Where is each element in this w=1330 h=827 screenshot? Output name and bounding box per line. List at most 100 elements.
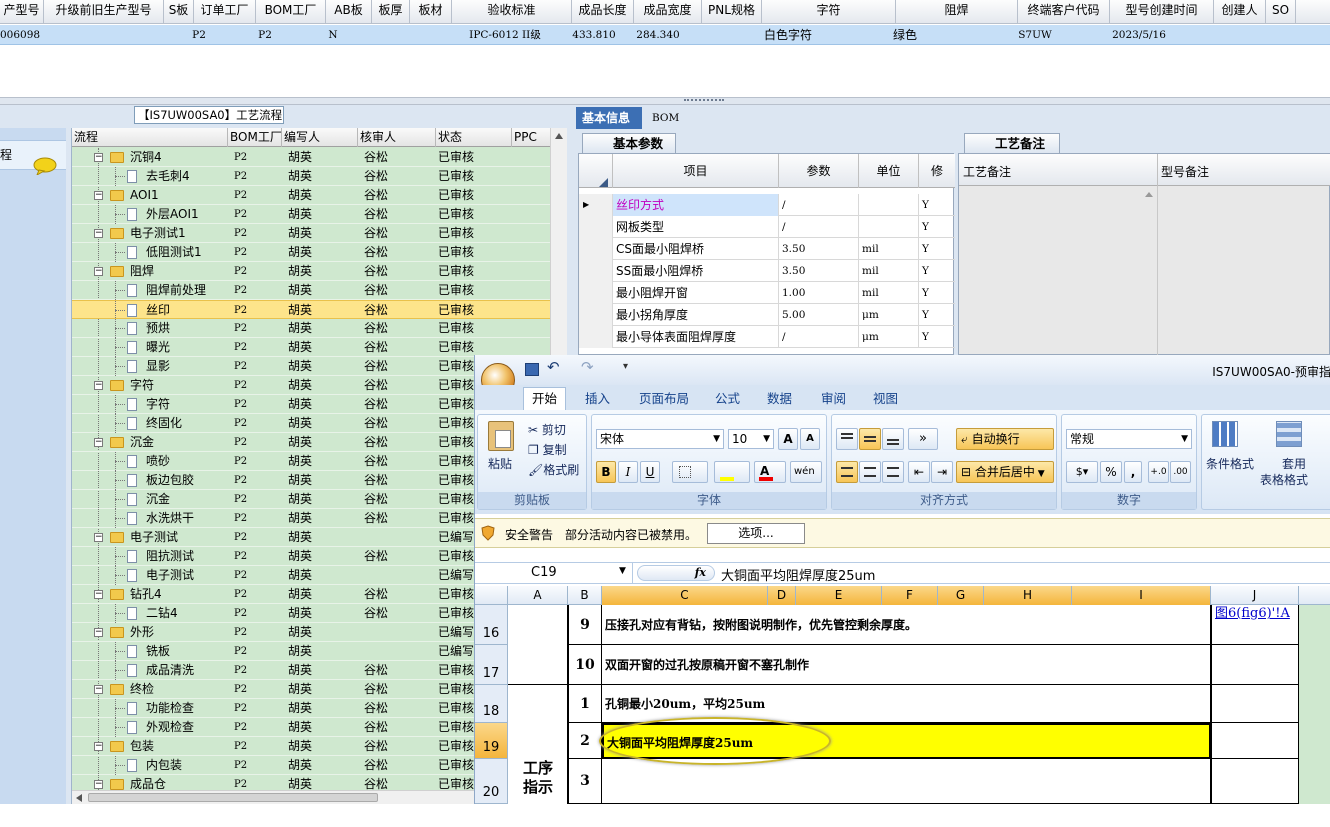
row-selector[interactable] xyxy=(579,216,613,238)
col-header[interactable]: 成品长度 xyxy=(572,0,634,24)
scroll-up-icon[interactable] xyxy=(1145,192,1153,197)
tab-view[interactable]: 视图 xyxy=(865,388,906,410)
orientation-icon[interactable]: » xyxy=(908,428,938,450)
col-header-bom[interactable]: BOM工厂 xyxy=(228,128,282,147)
tab-bom[interactable]: BOM xyxy=(646,107,686,129)
row-header[interactable]: 18 xyxy=(475,685,508,723)
col-header-edit[interactable]: 修 xyxy=(919,154,955,188)
format-painter-button[interactable]: 🖌格式刷 xyxy=(528,461,579,479)
align-right-icon[interactable] xyxy=(882,461,904,483)
tab-page-layout[interactable]: 页面布局 xyxy=(631,388,697,410)
cell-b[interactable]: 9 xyxy=(568,605,602,645)
select-all-corner[interactable] xyxy=(475,586,508,605)
collapse-icon[interactable]: − xyxy=(94,191,103,200)
col-header-flow[interactable]: 流程 xyxy=(72,128,228,147)
name-box[interactable]: C19 ▼ xyxy=(475,563,633,583)
fx-button[interactable]: fx xyxy=(637,565,715,581)
collapse-icon[interactable]: − xyxy=(94,590,103,599)
tree-row[interactable]: 低阻测试1 P2 胡英 谷松 已审核 xyxy=(72,243,550,262)
param-value[interactable]: 1.00 xyxy=(779,282,859,304)
tab-home[interactable]: 开始 xyxy=(523,387,567,410)
tab-insert[interactable]: 插入 xyxy=(577,388,618,410)
border-icon[interactable] xyxy=(672,461,708,483)
col-header[interactable]: PNL规格 xyxy=(702,0,762,24)
tree-row[interactable]: − AOI1 P2 胡英 谷松 已审核 xyxy=(72,186,550,205)
col-header-writer[interactable]: 编写人 xyxy=(282,128,358,147)
param-row[interactable]: CS面最小阻焊桥 3.50 mil Y xyxy=(579,238,955,260)
row-selector[interactable] xyxy=(579,282,613,304)
tree-row[interactable]: 外层AOI1 P2 胡英 谷松 已审核 xyxy=(72,205,550,224)
col-header[interactable]: AB板 xyxy=(326,0,372,24)
scroll-left-icon[interactable] xyxy=(76,794,82,802)
param-value[interactable]: 3.50 xyxy=(779,238,859,260)
collapse-icon[interactable]: − xyxy=(94,229,103,238)
param-value[interactable]: 3.50 xyxy=(779,260,859,282)
conditional-format-button[interactable]: 条件格式 xyxy=(1206,455,1254,473)
param-row[interactable]: SS面最小阻焊桥 3.50 mil Y xyxy=(579,260,955,282)
col-header[interactable]: S板 xyxy=(164,0,194,24)
scroll-thumb[interactable] xyxy=(88,793,378,802)
col-header[interactable]: 创建人 xyxy=(1214,0,1266,24)
row-header[interactable]: 19 xyxy=(475,723,508,759)
cell-j[interactable] xyxy=(1211,759,1299,804)
col-header-j[interactable]: J xyxy=(1211,586,1299,605)
tab-review[interactable]: 审阅 xyxy=(813,388,854,410)
decrease-indent-icon[interactable]: ⇤ xyxy=(908,461,930,483)
param-row[interactable]: 最小导体表面阻焊厚度 / μm Y xyxy=(579,326,955,348)
row-header[interactable]: 16 xyxy=(475,605,508,645)
col-header[interactable]: 成品宽度 xyxy=(634,0,702,24)
italic-button[interactable]: I xyxy=(618,461,638,483)
col-header[interactable]: 产型号 xyxy=(0,0,44,24)
tree-row[interactable]: − 沉铜4 P2 胡英 谷松 已审核 xyxy=(72,148,550,167)
model-grid-row[interactable]: 006098 P2 P2 N IPC-6012 II级 433.810 284.… xyxy=(0,25,1330,45)
col-header-a[interactable]: A xyxy=(508,586,568,605)
row-header[interactable]: 17 xyxy=(475,645,508,685)
col-header[interactable]: 板材 xyxy=(410,0,452,24)
collapse-icon[interactable]: − xyxy=(94,780,103,789)
comma-button[interactable]: , xyxy=(1124,461,1142,483)
col-header-e[interactable]: E xyxy=(796,586,882,605)
table-format-label[interactable]: 表格格式 xyxy=(1260,471,1308,489)
param-row[interactable]: ▶ 丝印方式 / Y xyxy=(579,194,955,216)
merge-center-button[interactable]: ⊟ 合并后居中 ▼ xyxy=(956,461,1054,483)
cell-a16-merged[interactable] xyxy=(508,605,568,685)
bold-button[interactable]: B xyxy=(596,461,616,483)
tab-formulas[interactable]: 公式 xyxy=(707,388,748,410)
col-header[interactable]: BOM工厂 xyxy=(256,0,326,24)
col-header[interactable]: 字符 xyxy=(762,0,896,24)
row-selector[interactable]: ▶ xyxy=(579,194,613,216)
col-header-ppc[interactable]: PPC xyxy=(512,128,550,147)
horizontal-splitter[interactable] xyxy=(0,97,1330,105)
col-header-g[interactable]: G xyxy=(938,586,984,605)
param-row[interactable]: 最小拐角厚度 5.00 μm Y xyxy=(579,304,955,326)
col-header[interactable]: 升级前旧生产型号 xyxy=(44,0,164,24)
collapse-icon[interactable]: − xyxy=(94,628,103,637)
increase-indent-icon[interactable]: ⇥ xyxy=(931,461,953,483)
cell-j[interactable] xyxy=(1211,685,1299,723)
align-top-icon[interactable] xyxy=(836,428,858,450)
font-size-select[interactable]: 10 ▼ xyxy=(728,429,774,449)
row-selector[interactable] xyxy=(579,238,613,260)
copy-button[interactable]: ❐ 复制 xyxy=(528,441,567,459)
conditional-format-icon[interactable] xyxy=(1212,421,1238,447)
collapse-icon[interactable]: − xyxy=(94,533,103,542)
col-header-b[interactable]: B xyxy=(568,586,602,605)
wrap-text-button[interactable]: ⤶ 自动换行 xyxy=(956,428,1054,450)
row-selector[interactable] xyxy=(579,260,613,282)
align-middle-icon[interactable] xyxy=(859,428,881,450)
col-header[interactable]: 验收标准 xyxy=(452,0,572,24)
tree-row[interactable]: − 电子测试1 P2 胡英 谷松 已审核 xyxy=(72,224,550,243)
col-header[interactable]: 订单工厂 xyxy=(194,0,256,24)
param-value[interactable]: / xyxy=(779,326,859,348)
collapse-icon[interactable]: − xyxy=(94,153,103,162)
collapse-icon[interactable]: − xyxy=(94,267,103,276)
underline-button[interactable]: U xyxy=(640,461,660,483)
cell-c[interactable]: 压接孔对应有背钻，按附图说明制作，优先管控剩余厚度。 xyxy=(602,605,1211,645)
save-icon[interactable] xyxy=(525,363,539,376)
col-header-value[interactable]: 参数 xyxy=(779,154,859,188)
col-header-reviewer[interactable]: 核审人 xyxy=(358,128,436,147)
decrease-decimal-icon[interactable]: .00 xyxy=(1170,461,1191,483)
col-header[interactable]: 型号创建时间 xyxy=(1110,0,1214,24)
tree-row[interactable]: 丝印 P2 胡英 谷松 已审核 xyxy=(72,300,550,320)
tree-row[interactable]: 去毛刺4 P2 胡英 谷松 已审核 xyxy=(72,167,550,186)
